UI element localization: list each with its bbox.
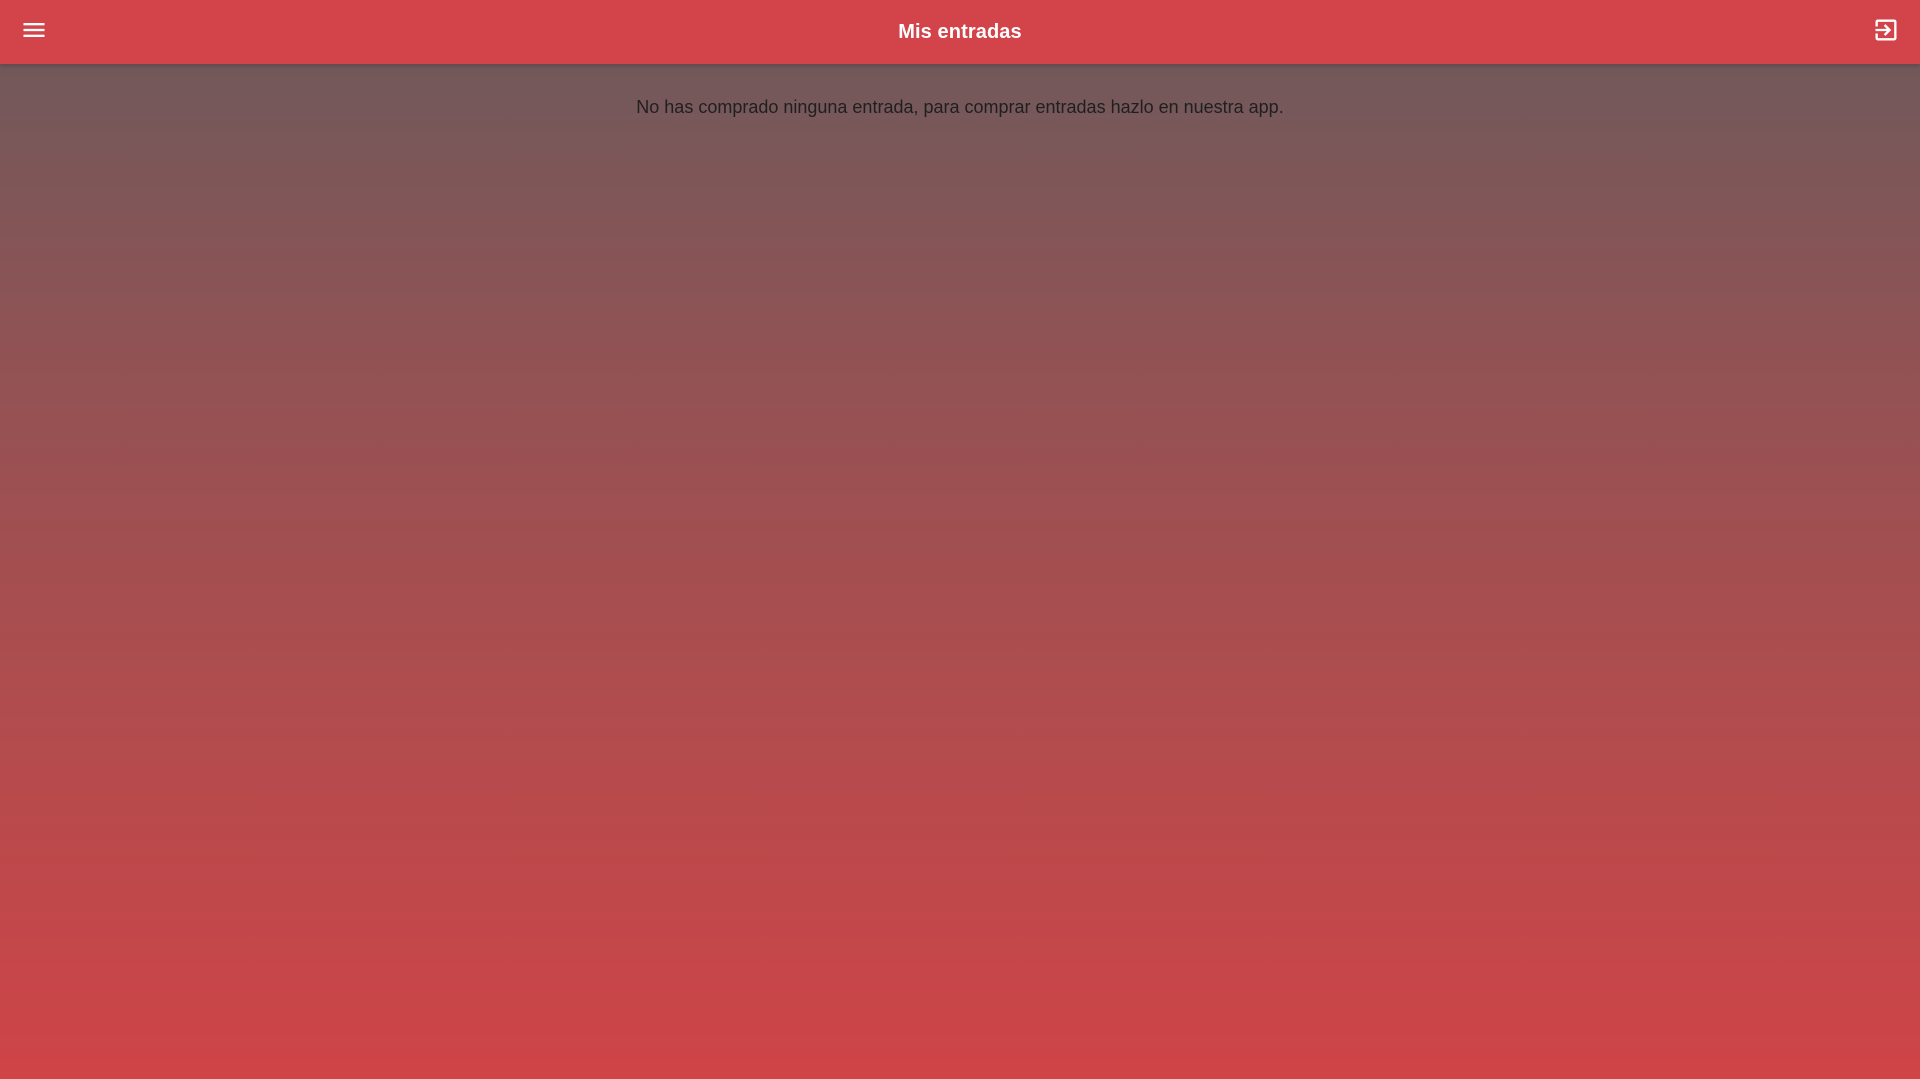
main-content: No has comprado ninguna entrada, para co…: [0, 64, 1920, 118]
logout-button[interactable]: [1866, 12, 1906, 52]
exit-to-app-icon: [1872, 16, 1900, 49]
hamburger-menu-icon: [20, 16, 48, 49]
menu-button[interactable]: [14, 12, 54, 52]
empty-tickets-message: No has comprado ninguna entrada, para co…: [636, 97, 1284, 117]
app-root: Mis entradas No has comprado ninguna ent…: [0, 0, 1920, 1079]
page-title: Mis entradas: [898, 20, 1022, 43]
top-app-bar: Mis entradas: [0, 0, 1920, 64]
